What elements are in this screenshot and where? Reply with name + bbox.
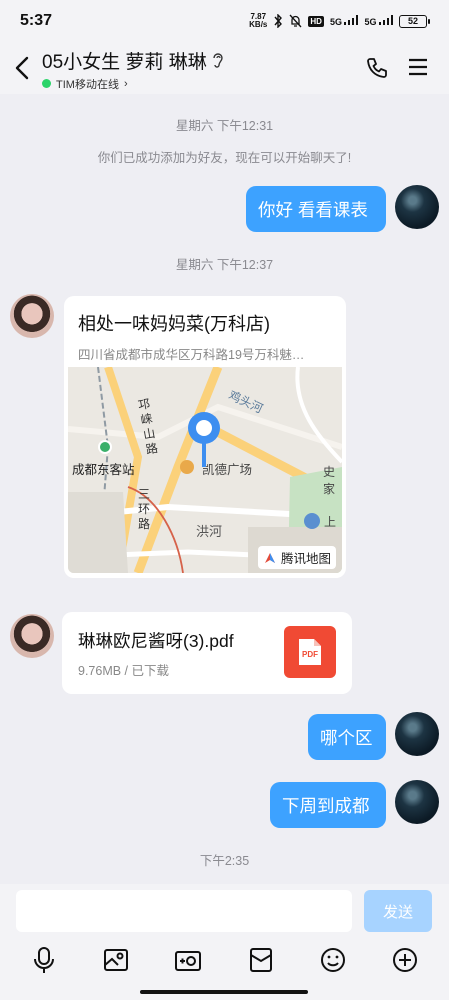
chat-title-row: 05小女生 萝莉 琳琳	[42, 47, 365, 74]
battery-indicator: 52	[399, 14, 430, 28]
smiley-icon	[320, 948, 345, 972]
compass-icon	[264, 552, 275, 563]
mute-bell-icon	[289, 14, 302, 28]
signal-bars-icon	[379, 15, 393, 25]
input-bar: 发送	[0, 884, 449, 1000]
chevron-left-icon	[15, 56, 29, 80]
map-preview[interactable]: 邛崃山路 鸡头河 成都东客站 三环路 凯德广场 史家 洪河 上 腾讯地图	[68, 367, 342, 573]
map-label-shi: 史家	[323, 465, 336, 496]
avatar-contact[interactable]	[10, 294, 54, 338]
status-time: 5:37	[20, 12, 53, 29]
plus-circle-icon	[392, 948, 417, 972]
signal-bars-icon	[344, 15, 359, 25]
map-label-ring: 三环路	[138, 487, 151, 531]
timestamp: 星期六 下午12:37	[175, 258, 274, 272]
file-card[interactable]: 琳琳欧尼酱呀(3).pdf 9.76MB / 已下载 PDF	[62, 612, 352, 694]
net-speed: 7.87 KB/s	[249, 13, 267, 29]
more-button[interactable]	[385, 940, 425, 980]
chevron-right-icon: ›	[123, 77, 128, 90]
envelope-icon	[249, 948, 272, 972]
send-button[interactable]: 发送	[364, 890, 432, 932]
chat-header: 05小女生 萝莉 琳琳 TIM移动在线 ›	[0, 42, 449, 94]
map-brand-label: 腾讯地图	[280, 552, 331, 566]
avatar-self[interactable]	[395, 185, 439, 229]
map-home-icon	[304, 513, 320, 529]
message-bubble-sent[interactable]: 下周到成都	[270, 782, 386, 828]
timestamp: 星期六 下午12:31	[175, 119, 274, 133]
pdf-file-icon: PDF	[284, 626, 336, 678]
input-toolbar	[0, 940, 449, 980]
online-status-text: TIM移动在线	[56, 78, 119, 91]
phone-icon[interactable]	[365, 56, 389, 80]
avatar-self[interactable]	[395, 712, 439, 756]
back-button[interactable]	[2, 42, 42, 94]
file-name: 琳琳欧尼酱呀(3).pdf	[78, 631, 234, 651]
red-packet-button[interactable]	[241, 940, 281, 980]
emoji-button[interactable]	[313, 940, 353, 980]
file-meta: 9.76MB / 已下载	[78, 664, 169, 678]
map-station-icon	[98, 440, 112, 454]
map-label-shang: 上	[324, 515, 337, 529]
microphone-icon	[34, 947, 55, 973]
avatar-self[interactable]	[395, 780, 439, 824]
map-label-district: 洪河	[196, 524, 223, 539]
signal-5g-1: 5G	[330, 15, 359, 27]
pdf-label: PDF	[302, 649, 318, 659]
signal-5g-2: 5G	[364, 15, 393, 27]
menu-icon[interactable]	[407, 56, 429, 78]
home-indicator	[140, 990, 308, 994]
map-brand: 腾讯地图	[257, 546, 336, 569]
chat-title: 05小女生 萝莉 琳琳	[42, 51, 207, 73]
message-bubble-sent[interactable]: 你好 看看课表	[246, 186, 386, 232]
map-pin-icon	[188, 412, 220, 467]
avatar-contact[interactable]	[10, 614, 54, 658]
voice-button[interactable]	[24, 940, 64, 980]
net-speed-unit: KB/s	[249, 20, 268, 29]
signal-label-1: 5G	[329, 17, 342, 27]
location-address: 四川省成都市成华区万科路19号万科魅…	[78, 348, 305, 362]
online-status: TIM移动在线 ›	[42, 76, 365, 92]
message-bubble-sent[interactable]: 哪个区	[308, 714, 386, 760]
status-bar: 5:37 7.87 KB/s HD 5G 5G 52	[0, 0, 449, 42]
chat-title-area[interactable]: 05小女生 萝莉 琳琳 TIM移动在线 ›	[42, 45, 365, 92]
map-label-station: 成都东客站	[72, 463, 135, 477]
status-icons: 7.87 KB/s HD 5G 5G 52	[249, 13, 430, 29]
location-card[interactable]: 相处一味妈妈菜(万科店) 四川省成都市成华区万科路19号万科魅… 邛崃山路 鸡头…	[64, 296, 346, 578]
system-notice: 你们已成功添加为好友，现在可以开始聊天了!	[97, 151, 352, 165]
timestamp: 下午2:35	[199, 854, 250, 868]
location-title: 相处一味妈妈菜(万科店)	[78, 314, 270, 334]
hd-badge: HD	[308, 15, 324, 27]
camera-button[interactable]	[168, 940, 208, 980]
message-input[interactable]	[16, 890, 352, 932]
header-actions	[365, 56, 449, 80]
online-dot-icon	[42, 79, 51, 88]
signal-label-2: 5G	[364, 17, 377, 27]
ear-icon	[213, 53, 223, 68]
camera-icon	[175, 951, 202, 971]
image-button[interactable]	[96, 940, 136, 980]
image-icon	[104, 949, 129, 971]
bluetooth-icon	[274, 14, 283, 28]
